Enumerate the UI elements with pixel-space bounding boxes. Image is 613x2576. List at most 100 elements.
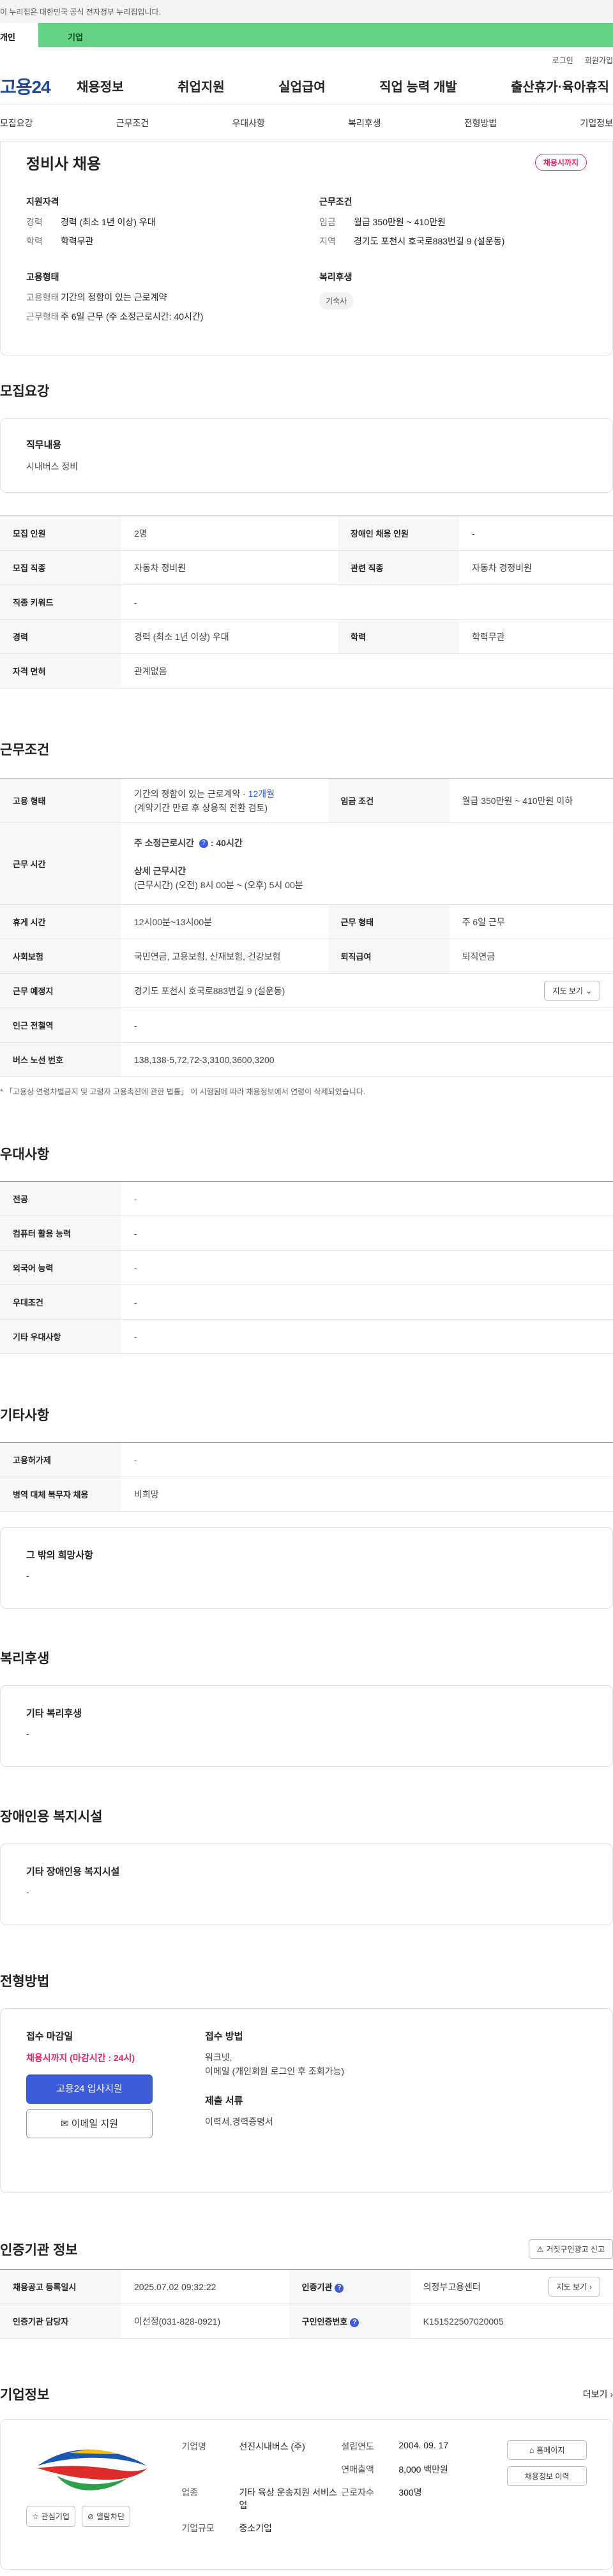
label: 임금 조건 [328,778,450,823]
etc-section: 기타사항 고용허가제 - 병역 대체 복무자 채용 비희망 그 밖의 희망사항 - [0,1354,613,1609]
value: - [121,584,613,620]
label: 경력 [26,217,43,227]
apply-button[interactable]: 고용24 입사지원 [26,2074,153,2104]
map-button[interactable]: 지도 보기 ⌄ [544,981,600,1001]
gov-strip-text: 이 누리집은 대한민국 공식 전자정부 누리집입니다. [0,8,161,17]
value: 관계없음 [121,653,613,689]
gnb-item-unemployment-benefit[interactable]: 실업급여 [278,77,326,95]
value: - [121,1250,613,1285]
map-button-label: 지도 보기 [556,2282,587,2291]
info-icon[interactable]: ? [199,838,208,848]
info-icon[interactable]: ? [335,2283,344,2293]
label: 사회보험 [0,939,121,974]
value: 경력 (최소 1년 이상) 우대 [61,217,156,227]
summary-welfare-heading: 복리후생 [319,272,352,282]
anchor-welfare[interactable]: 복리후생 [348,117,381,130]
global-nav: 고용24 채용정보 취업지원 실업급여 직업 능력 개발 출산휴가·육아휴직 [0,68,613,105]
signup-link[interactable]: 회원가입 [585,55,613,68]
value: 이선정(031-828-0921) [121,2304,289,2339]
info-icon[interactable]: ? [350,2318,359,2327]
company-info: 기업명 선진시내버스 (주) 설립연도 2004. 09. 17 연매출액 8,000… [181,2440,501,2549]
value: 주 6일 근무 (주 소정근로시간: 40시간) [61,311,204,322]
site-logo[interactable]: 고용24 [0,73,77,99]
anchor-work[interactable]: 근무조건 [116,117,149,130]
value: K151522507020005 [410,2304,613,2339]
history-button[interactable]: 채용정보 이력 [507,2466,587,2486]
welfare-box: 기타 복리후생 - [0,1685,613,1767]
label: 관련 직종 [338,550,459,585]
table-row: 사회보험 국민연금, 고용보험, 산재보험, 건강보험 퇴직급여 퇴직연금 [0,939,613,974]
label: 근무형태 [26,311,59,322]
gnb-item-jobs[interactable]: 채용정보 [77,77,124,95]
value: - [121,1442,613,1477]
table-row: 컴퓨터 활용 능력 - [0,1216,613,1251]
value: - [121,1319,613,1354]
value: 12시00분~13시00분 [121,904,328,939]
mail-icon: ✉ [61,2118,69,2129]
table-row: 인근 전철역 - [0,1008,613,1043]
pref-table: 전공 - 컴퓨터 활용 능력 - 외국어 능력 - 우대조건 - 기타 우대사항 - [0,1181,613,1354]
gnb-item-employment-support[interactable]: 취업지원 [178,77,225,95]
table-row: 자격 면허 관계없음 [0,653,613,689]
email-apply-button[interactable]: ✉ 이메일 지원 [26,2109,153,2138]
anchor-company[interactable]: 기업정보 [580,117,613,130]
welfare-label: 기타 복리후생 [26,1708,82,1719]
value: 주 6일 근무 [449,904,613,939]
label: 근로자수 [341,2487,374,2498]
value: - [121,1284,613,1320]
weekly-hours-value: : 40시간 [210,837,243,848]
label: 모집 직종 [0,550,121,585]
label: 근무 예정지 [0,973,121,1008]
section-title: 근무조건 [0,743,50,757]
gnb-item-parental-leave[interactable]: 출산휴가·육아휴직 [511,77,609,95]
tab-personal[interactable]: 개인 [0,23,38,47]
value: - [121,1216,613,1251]
value: 경기도 포천시 호국로883번길 9 (설운동) 지도 보기 ⌄ [121,973,613,1008]
job-summary-card: 정비사 채용 채용시까지 지원자격 경력 경력 (최소 1년 이상) 우대 학력 학… [0,142,613,355]
company-section: 기업정보 더보기 › ☆ 관심기업 ⊘ 열람차단 기업명 선진시내버스 (주) 설립연… [0,2339,613,2576]
label: 설립연도 [341,2441,374,2452]
tab-company[interactable]: 기업 [38,23,613,47]
cert-org-value: 의정부고용센터 [423,2281,481,2292]
section-title: 복리후생 [0,1651,50,1666]
apply-right: 접수 방법 워크넷, 이메일 (개인회원 로그인 후 조회가능) 제출 서류 이… [205,2029,344,2172]
block-company-button[interactable]: ⊘ 열람차단 [81,2506,131,2527]
report-button[interactable]: ⚠ 거짓구인광고 신고 [528,2239,613,2259]
homepage-button[interactable]: ⌂ 홈페이지 [507,2440,587,2460]
block-icon: ⊘ [87,2512,94,2521]
cert-no-label: 구인인증번호 [301,2317,348,2327]
section-title: 모집요강 [0,384,50,399]
email-apply-label: 이메일 지원 [71,2118,118,2129]
welfare-value: - [26,1729,29,1739]
table-row: 근무 예정지 경기도 포천시 호국로883번길 9 (설운동) 지도 보기 ⌄ [0,973,613,1008]
value: 300명 [398,2487,422,2498]
value: 월급 350만원 ~ 410만원 이하 [449,778,613,823]
anchor-apply[interactable]: 전형방법 [464,117,497,130]
label: 휴게 시간 [0,904,121,939]
value: 국민연금, 고용보험, 산재보험, 건강보험 [121,939,328,974]
anchor-recruit[interactable]: 모집요강 [0,117,33,130]
gnb-item-training[interactable]: 직업 능력 개발 [379,77,457,95]
label: 채용공고 등록일시 [0,2269,121,2304]
more-link[interactable]: 더보기 › [583,2388,613,2401]
top-links: 로그인 회원가입 [0,47,613,68]
value: 학력무관 [61,236,94,246]
age-notice: * 「고용상 연령차별금지 및 고령자 고용촉진에 관한 법률」 이 시행됨에 … [0,1087,366,1096]
company-logo [38,2449,148,2490]
table-row: 모집 직종 자동차 정비원 관련 직종 자동차 경정비원 [0,550,613,585]
anchor-pref[interactable]: 우대사항 [232,117,265,130]
value: 기타 육상 운송지원 서비스업 [239,2487,337,2510]
value: 기간의 정함이 있는 근로계약 · 12개월 (계약기간 만료 후 상용직 전환 … [121,778,328,823]
favorite-company-button[interactable]: ☆ 관심기업 [26,2506,75,2527]
other-wish-label: 그 밖의 희망사항 [26,1550,93,1561]
label: 임금 [319,217,336,227]
cert-map-button[interactable]: 지도 보기 › [548,2277,600,2297]
value: - [121,1181,613,1216]
summary-qual-heading: 지원자격 [26,197,59,207]
value: - [459,516,613,551]
detail-hours-value: (근무시간) (오전) 8시 00분 ~ (오후) 5시 00분 [134,879,303,890]
disability-section: 장애인용 복지시설 기타 장애인용 복지시설 - [0,1767,613,1925]
login-link[interactable]: 로그인 [552,55,573,68]
table-row: 우대조건 - [0,1284,613,1320]
value: 경기도 포천시 호국로883번길 9 (설운동) [354,236,505,246]
